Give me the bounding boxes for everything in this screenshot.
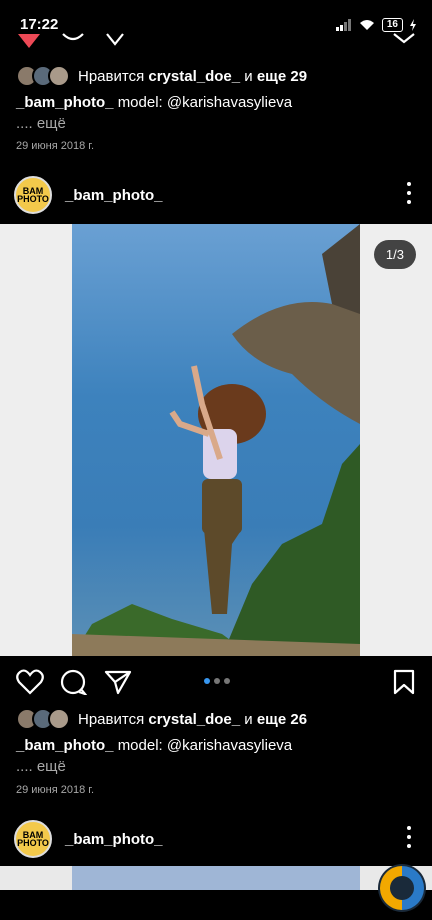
- likes-user[interactable]: crystal_doe_: [148, 711, 240, 728]
- action-bar: [0, 664, 432, 702]
- bookmark-icon[interactable]: [392, 30, 416, 50]
- heart-filled-icon[interactable]: [16, 30, 42, 50]
- comment-icon[interactable]: [60, 30, 86, 50]
- liker-avatars: [16, 708, 70, 730]
- likes-and: и: [244, 710, 253, 728]
- likes-count[interactable]: еще 26: [257, 711, 307, 728]
- wifi-icon: [359, 20, 374, 30]
- caption-username[interactable]: _bam_photo_: [16, 94, 114, 111]
- caption-text: model: @karishavasylieva: [117, 94, 293, 111]
- comment-icon[interactable]: [60, 669, 88, 695]
- photo-scene: [72, 224, 360, 656]
- carousel-counter: 1/3: [373, 240, 416, 269]
- profile-avatar[interactable]: BAM PHOTO: [14, 176, 52, 214]
- caption-username[interactable]: _bam_photo_: [16, 737, 114, 754]
- carousel-dot: [204, 678, 210, 684]
- like-heart-icon[interactable]: [16, 669, 44, 695]
- carousel-dot: [224, 678, 230, 684]
- post-username[interactable]: _bam_photo_: [65, 187, 163, 204]
- likes-count[interactable]: еще 29: [257, 68, 307, 85]
- system-nav-bar: [0, 890, 432, 920]
- likes-prefix: Нравится: [78, 67, 145, 85]
- likes-and: и: [244, 67, 253, 85]
- post-photo: [72, 224, 360, 656]
- more-options-icon[interactable]: [406, 182, 412, 204]
- post-date: 29 июня 2018 г.: [16, 784, 95, 796]
- avatar: [48, 65, 70, 87]
- profile-avatar[interactable]: BAM PHOTO: [14, 820, 52, 858]
- carousel-dot: [214, 678, 220, 684]
- avatar: [48, 708, 70, 730]
- more-options-icon[interactable]: [406, 826, 412, 848]
- signal-icon: [335, 19, 351, 31]
- likes-row[interactable]: Нравится crystal_doe_ и еще 29: [16, 65, 307, 87]
- share-icon[interactable]: [104, 669, 132, 695]
- share-icon[interactable]: [104, 30, 126, 50]
- more-link[interactable]: .... ещё: [16, 758, 66, 775]
- bookmark-icon[interactable]: [392, 669, 416, 695]
- post-date: 29 июня 2018 г.: [16, 140, 95, 152]
- caption: _bam_photo_ model: @karishavasylieva: [16, 94, 292, 111]
- app-logo-icon: [378, 864, 426, 912]
- more-link[interactable]: .... ещё: [16, 115, 66, 132]
- post-header: BAM PHOTO _bam_photo_: [0, 817, 432, 861]
- likes-prefix: Нравится: [78, 710, 145, 728]
- likes-user[interactable]: crystal_doe_: [148, 68, 240, 85]
- post-username[interactable]: _bam_photo_: [65, 831, 163, 848]
- post-header: BAM PHOTO _bam_photo_: [0, 173, 432, 217]
- post-media[interactable]: 1/3: [0, 224, 432, 656]
- caption-text: model: @karishavasylieva: [117, 737, 293, 754]
- likes-row[interactable]: Нравится crystal_doe_ и еще 26: [16, 708, 307, 730]
- liker-avatars: [16, 65, 70, 87]
- caption: _bam_photo_ model: @karishavasylieva: [16, 737, 292, 754]
- carousel-dots: [204, 678, 230, 684]
